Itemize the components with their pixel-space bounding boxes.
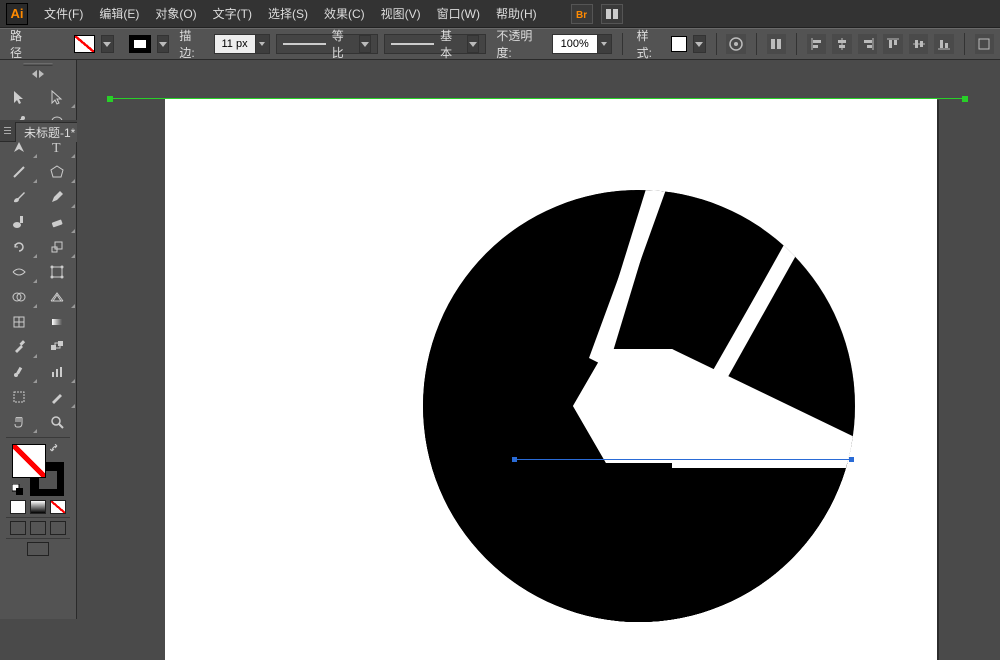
brush-dropdown[interactable] xyxy=(467,35,479,53)
tab-drag-handle[interactable] xyxy=(4,120,11,142)
shape-tool[interactable] xyxy=(38,159,76,184)
transform-panel-icon[interactable] xyxy=(975,34,994,54)
stroke-width-input[interactable] xyxy=(215,38,255,50)
eyedropper-tool[interactable] xyxy=(0,334,38,359)
anchor-point[interactable] xyxy=(849,457,854,462)
mesh-tool[interactable] xyxy=(0,309,38,334)
graphic-style-swatch[interactable] xyxy=(671,36,687,52)
menu-file[interactable]: 文件(F) xyxy=(36,0,91,28)
fill-swatch[interactable] xyxy=(74,35,95,53)
menu-view[interactable]: 视图(V) xyxy=(373,0,429,28)
opacity-input[interactable] xyxy=(553,38,597,50)
shape-builder-tool[interactable] xyxy=(0,284,38,309)
align-top-icon[interactable] xyxy=(883,34,902,54)
svg-text:T: T xyxy=(52,141,61,155)
variable-width-profile[interactable]: 等比 xyxy=(276,34,378,54)
draw-inside-icon[interactable] xyxy=(50,521,66,535)
opacity-stepper[interactable] xyxy=(597,35,611,53)
line-segment-tool[interactable] xyxy=(0,159,38,184)
blob-brush-tool[interactable] xyxy=(0,209,38,234)
anchor-point[interactable] xyxy=(512,457,517,462)
align-hcenter-icon[interactable] xyxy=(832,34,851,54)
artboard-tool[interactable] xyxy=(0,384,38,409)
color-mode-gradient[interactable] xyxy=(30,500,46,514)
menu-bar: Ai 文件(F) 编辑(E) 对象(O) 文字(T) 选择(S) 效果(C) 视… xyxy=(0,0,1000,28)
menu-select[interactable]: 选择(S) xyxy=(260,0,316,28)
screen-mode-icon[interactable] xyxy=(27,542,49,556)
free-transform-tool[interactable] xyxy=(38,259,76,284)
width-tool[interactable] xyxy=(0,259,38,284)
tools-panel: T xyxy=(0,60,77,619)
stroke-label[interactable]: 描边: xyxy=(175,27,207,61)
stroke-width-field[interactable] xyxy=(214,34,270,54)
color-mode-none[interactable] xyxy=(50,500,66,514)
app-logo: Ai xyxy=(6,3,28,25)
artboard xyxy=(165,98,937,660)
recolor-artwork-icon[interactable] xyxy=(726,34,745,54)
menu-window[interactable]: 窗口(W) xyxy=(429,0,488,28)
menu-object[interactable]: 对象(O) xyxy=(147,0,204,28)
stroke-dropdown[interactable] xyxy=(157,35,170,53)
artwork-aperture xyxy=(423,190,855,622)
opacity-field[interactable] xyxy=(552,34,612,54)
align-vcenter-icon[interactable] xyxy=(909,34,928,54)
options-bar: 路径 描边: 等比 基本 不透明度: 样式: xyxy=(0,28,1000,60)
stroke-width-stepper[interactable] xyxy=(255,35,269,53)
direct-selection-tool[interactable] xyxy=(38,84,76,109)
selection-type-label: 路径 xyxy=(6,27,35,61)
menu-edit[interactable]: 编辑(E) xyxy=(91,0,147,28)
column-graph-tool[interactable] xyxy=(38,359,76,384)
align-panel-icon[interactable] xyxy=(767,34,786,54)
gradient-tool[interactable] xyxy=(38,309,76,334)
fill-color-icon[interactable] xyxy=(12,444,46,478)
bridge-button[interactable]: Br xyxy=(571,4,593,24)
pencil-tool[interactable] xyxy=(38,184,76,209)
rotate-tool[interactable] xyxy=(0,234,38,259)
style-label: 样式: xyxy=(633,27,665,61)
default-fill-stroke-icon[interactable] xyxy=(12,484,24,496)
color-mode-row xyxy=(0,500,76,514)
blend-tool[interactable] xyxy=(38,334,76,359)
hand-tool[interactable] xyxy=(0,409,38,434)
workspace: T xyxy=(0,60,1000,619)
align-left-icon[interactable] xyxy=(807,34,826,54)
zoom-tool[interactable] xyxy=(38,409,76,434)
arrange-documents-button[interactable] xyxy=(601,4,623,24)
selection-tool[interactable] xyxy=(0,84,38,109)
stroke-swatch[interactable] xyxy=(129,35,150,53)
panel-collapse-toggle[interactable] xyxy=(31,70,45,80)
eraser-tool[interactable] xyxy=(38,209,76,234)
align-right-icon[interactable] xyxy=(858,34,877,54)
panel-grip[interactable] xyxy=(0,60,76,68)
profile-dropdown[interactable] xyxy=(359,35,371,53)
brush-definition[interactable]: 基本 xyxy=(384,34,486,54)
slice-tool[interactable] xyxy=(38,384,76,409)
align-bottom-icon[interactable] xyxy=(934,34,953,54)
draw-normal-icon[interactable] xyxy=(10,521,26,535)
horizontal-guide[interactable] xyxy=(110,98,965,99)
swap-fill-stroke-icon[interactable] xyxy=(50,444,64,458)
paintbrush-tool[interactable] xyxy=(0,184,38,209)
fill-dropdown[interactable] xyxy=(101,35,114,53)
symbol-sprayer-tool[interactable] xyxy=(0,359,38,384)
selected-path[interactable] xyxy=(514,459,852,460)
draw-behind-icon[interactable] xyxy=(30,521,46,535)
menu-effect[interactable]: 效果(C) xyxy=(316,0,373,28)
perspective-grid-tool[interactable] xyxy=(38,284,76,309)
scale-tool[interactable] xyxy=(38,234,76,259)
canvas-area[interactable] xyxy=(77,82,1000,619)
color-mode-solid[interactable] xyxy=(10,500,26,514)
menu-help[interactable]: 帮助(H) xyxy=(488,0,545,28)
graphic-style-dropdown[interactable] xyxy=(693,35,706,53)
svg-text:Br: Br xyxy=(576,10,587,20)
menu-type[interactable]: 文字(T) xyxy=(205,0,260,28)
opacity-label[interactable]: 不透明度: xyxy=(492,27,545,61)
fill-stroke-box[interactable] xyxy=(12,444,64,496)
